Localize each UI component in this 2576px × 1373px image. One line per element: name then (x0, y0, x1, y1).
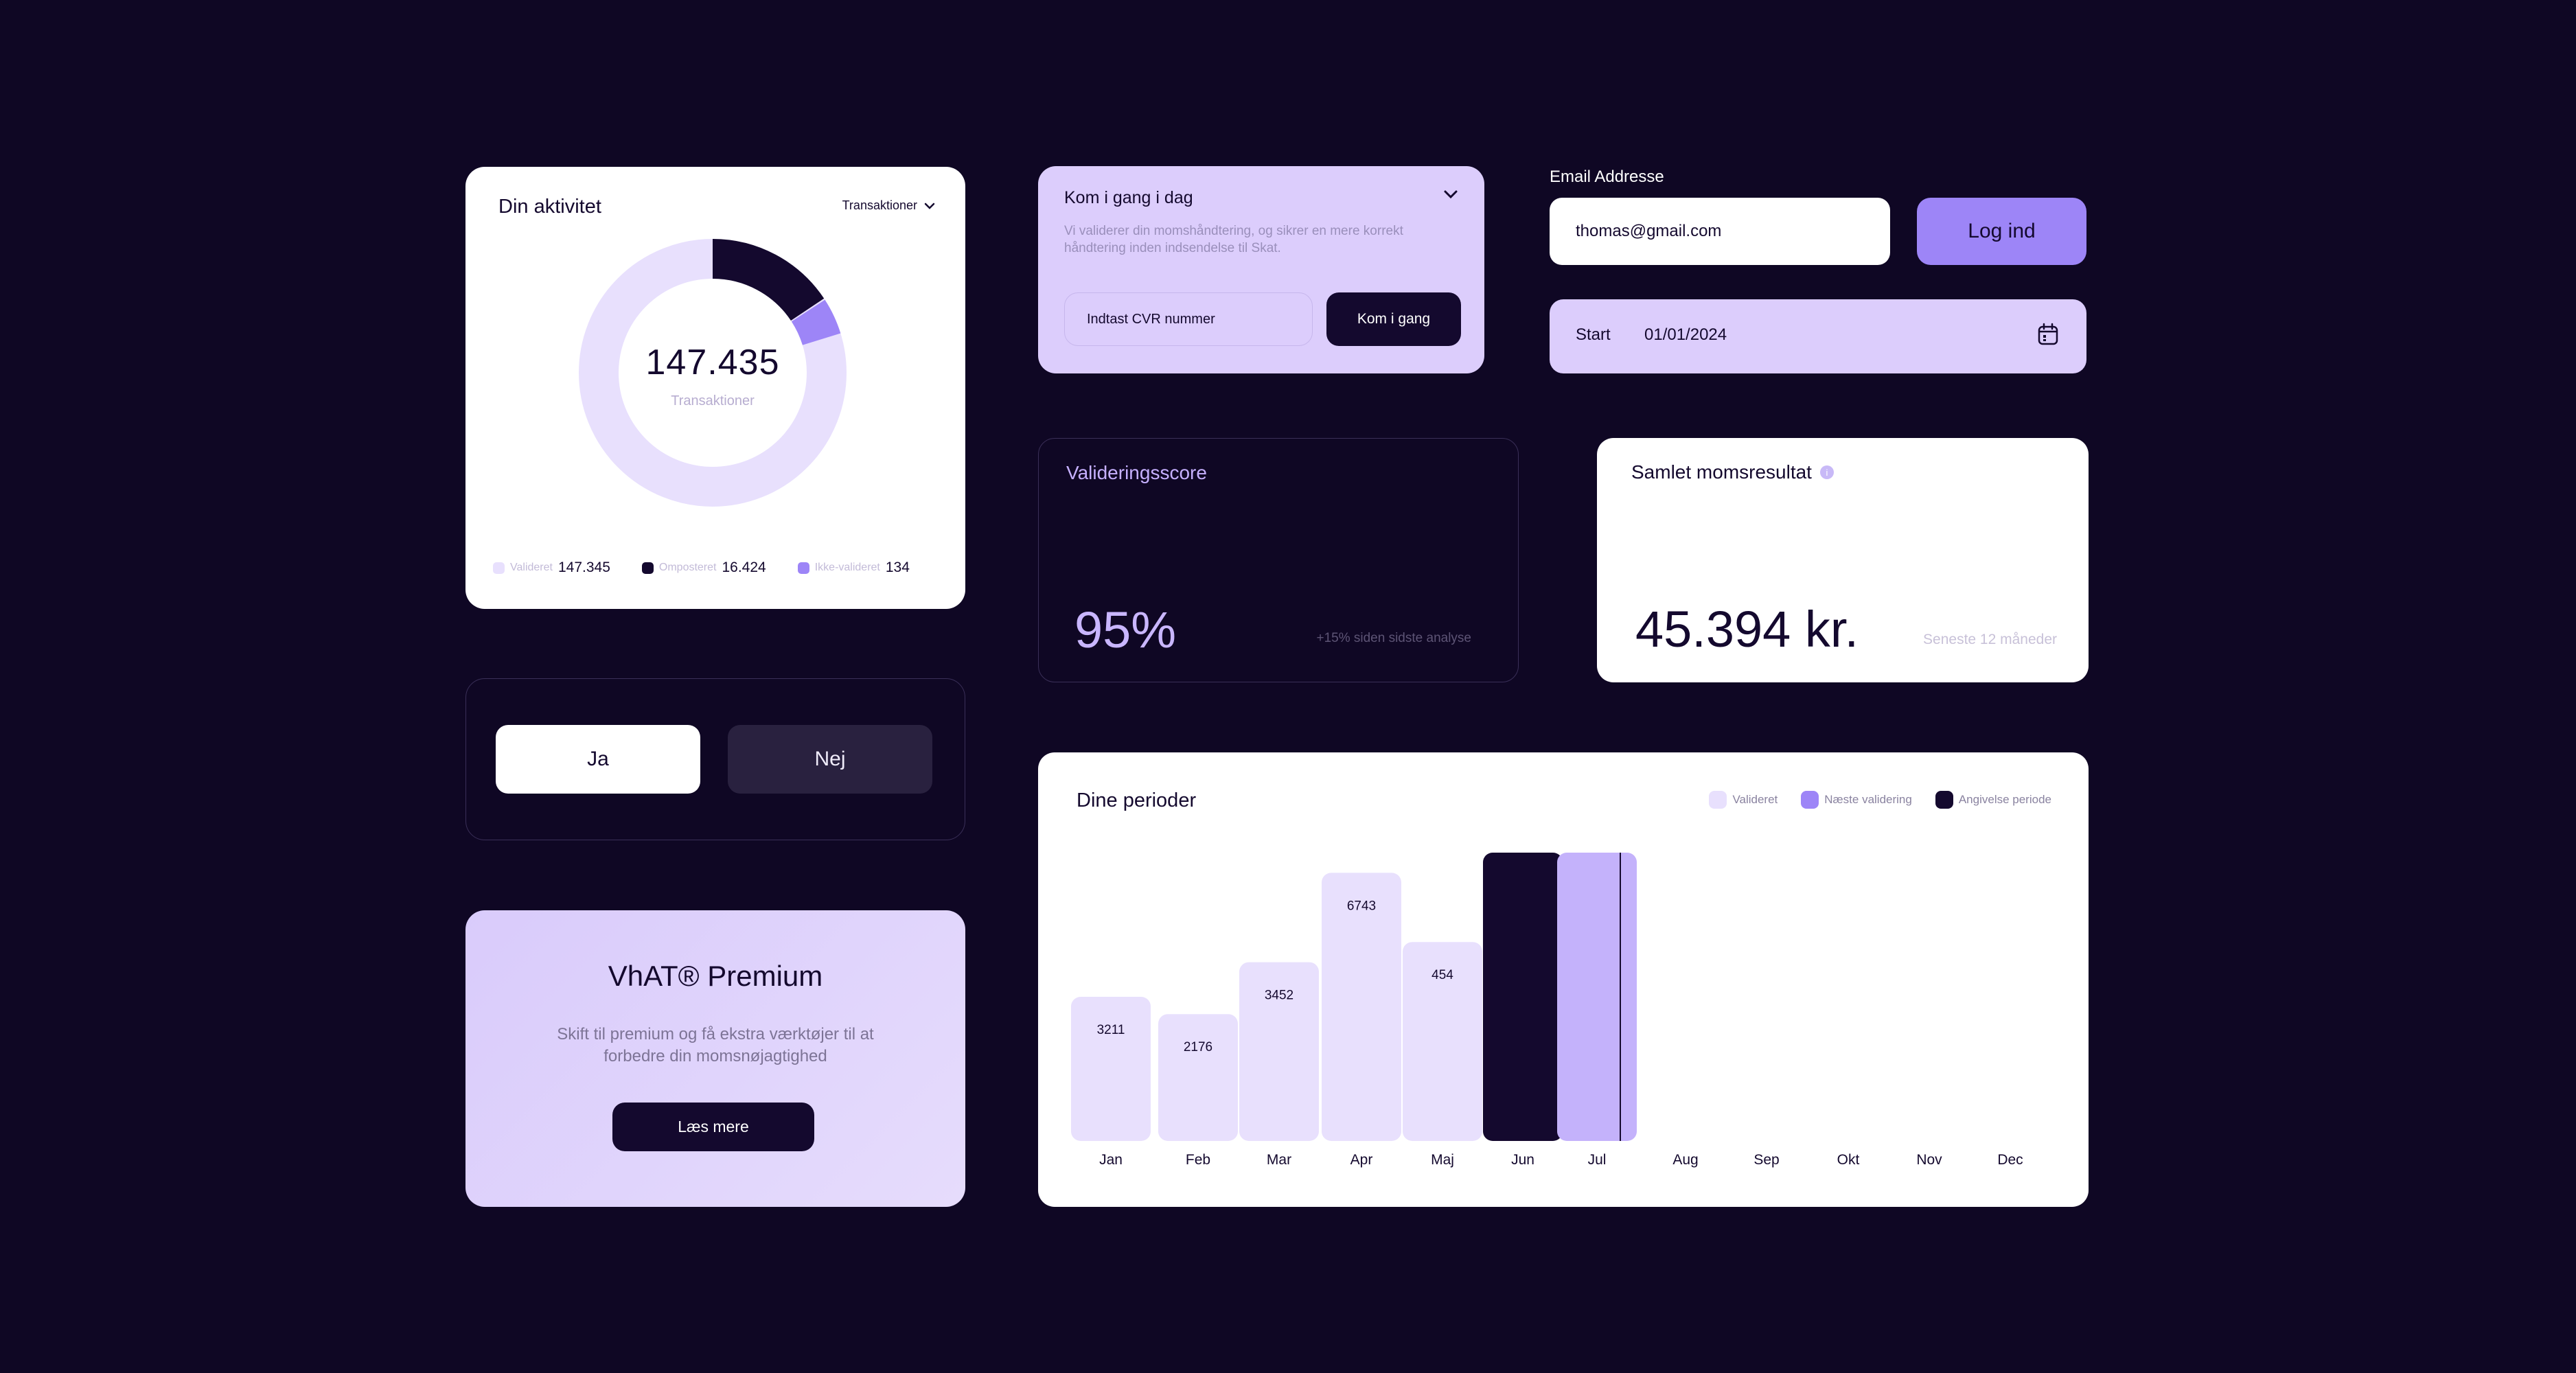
legend-label: Valideret (510, 562, 553, 573)
vat-result-value: 45.394 kr. (1635, 601, 1859, 658)
periods-chart-card: Dine perioder Valideret Næste validering… (1038, 752, 2089, 1207)
score-value: 95% (1074, 601, 1177, 658)
no-button[interactable]: Nej (728, 725, 932, 794)
x-axis-label-feb: Feb (1186, 1152, 1210, 1168)
legend-label: Ikke-valideret (814, 562, 880, 573)
bar-angivelse-jun (1483, 853, 1563, 1141)
activity-title: Din aktivitet (498, 196, 601, 218)
date-label: Start (1576, 325, 1611, 344)
start-date-field[interactable]: Start 01/01/2024 (1550, 299, 2086, 373)
bar-value-label: 6743 (1347, 899, 1376, 913)
x-axis-label-nov: Nov (1916, 1152, 1942, 1168)
x-axis-label-dec: Dec (1997, 1152, 2023, 1168)
calendar-icon[interactable] (2037, 323, 2059, 346)
x-axis-label-sep: Sep (1753, 1152, 1779, 1168)
legend-swatch (493, 562, 505, 574)
get-started-description: Vi validerer din momshåndtering, og sikr… (1064, 224, 1403, 255)
chevron-down-icon[interactable] (1443, 189, 1458, 199)
dropdown-label: Transaktioner (842, 198, 917, 212)
bar-naeste-jul (1557, 853, 1637, 1141)
get-started-title: Kom i gang i dag (1064, 188, 1193, 207)
legend-item-ikke-valideret: Ikke-valideret 134 (797, 559, 910, 576)
x-axis-label-jun: Jun (1511, 1152, 1534, 1168)
activity-legend: Valideret 147.345 Omposteret 16.424 Ikke… (493, 559, 910, 576)
premium-title: VhAT® Premium (608, 960, 823, 992)
activity-total-label: Transaktioner (671, 393, 755, 408)
get-started-button[interactable]: Kom i gang (1326, 292, 1461, 346)
bar-value-label: 2176 (1184, 1040, 1212, 1054)
bar-value-label: 3211 (1097, 1023, 1125, 1037)
x-axis-label-mar: Mar (1267, 1152, 1291, 1168)
score-title: Valideringsscore (1066, 462, 1207, 483)
legend-value: 147.345 (557, 559, 610, 575)
x-axis-label-aug: Aug (1672, 1152, 1698, 1168)
legend-item-omposteret: Omposteret 16.424 (641, 559, 766, 576)
premium-card: VhAT® Premium Skift til premium og få ek… (465, 910, 965, 1207)
login-button[interactable]: Log ind (1917, 198, 2086, 265)
activity-card: Din aktivitet Transaktioner 147.435 Tran… (465, 167, 965, 609)
vat-result-header: Samlet momsresultat i (1631, 461, 1834, 483)
yes-no-card: Ja Nej (465, 678, 965, 840)
vat-result-note: Seneste 12 måneder (1923, 632, 2057, 647)
transactions-dropdown[interactable]: Transaktioner (842, 198, 935, 213)
legend-swatch (797, 562, 809, 574)
chevron-down-icon (924, 203, 935, 209)
vat-result-title: Samlet momsresultat (1631, 461, 1812, 483)
info-icon[interactable]: i (1819, 465, 1834, 479)
cvr-input[interactable] (1064, 292, 1313, 346)
vat-result-card: Samlet momsresultat i 45.394 kr. Seneste… (1597, 438, 2089, 682)
bar-valideret-jan (1071, 997, 1151, 1141)
x-axis-label-okt: Okt (1837, 1152, 1860, 1168)
x-axis-label-maj: Maj (1431, 1152, 1454, 1168)
bar-value-label: 3452 (1265, 989, 1293, 1003)
legend-item-valideret: Valideret 147.345 (493, 559, 610, 576)
x-axis-label-jul: Jul (1588, 1152, 1607, 1168)
yes-button[interactable]: Ja (496, 725, 700, 794)
score-note: +15% siden sidste analyse (1316, 631, 1471, 645)
premium-description: Skift til premium og få ekstra værktøjer… (557, 1025, 874, 1065)
bar-valideret-feb (1158, 1014, 1238, 1141)
validation-score-card: Valideringsscore 95% +15% siden sidste a… (1038, 438, 1519, 682)
activity-total: 147.435 (645, 343, 780, 382)
email-label: Email Addresse (1550, 168, 1664, 186)
date-value[interactable]: 01/01/2024 (1644, 325, 1727, 345)
email-field[interactable] (1550, 198, 1890, 265)
legend-value: 16.424 (722, 559, 766, 575)
x-axis-label-jan: Jan (1099, 1152, 1123, 1168)
bar-value-label: 454 (1431, 968, 1453, 982)
legend-swatch (641, 562, 654, 574)
legend-value: 134 (885, 559, 910, 575)
get-started-card: Kom i gang i dag Vi validerer din momshå… (1038, 166, 1484, 373)
legend-label: Omposteret (658, 562, 717, 573)
periods-bar-chart: 3211 Jan 2176 Feb 3452 Mar 6743 Apr 454 Maj Jun Jul… (1071, 853, 2023, 1168)
read-more-button[interactable]: Læs mere (612, 1103, 814, 1151)
x-axis-label-apr: Apr (1350, 1152, 1373, 1168)
